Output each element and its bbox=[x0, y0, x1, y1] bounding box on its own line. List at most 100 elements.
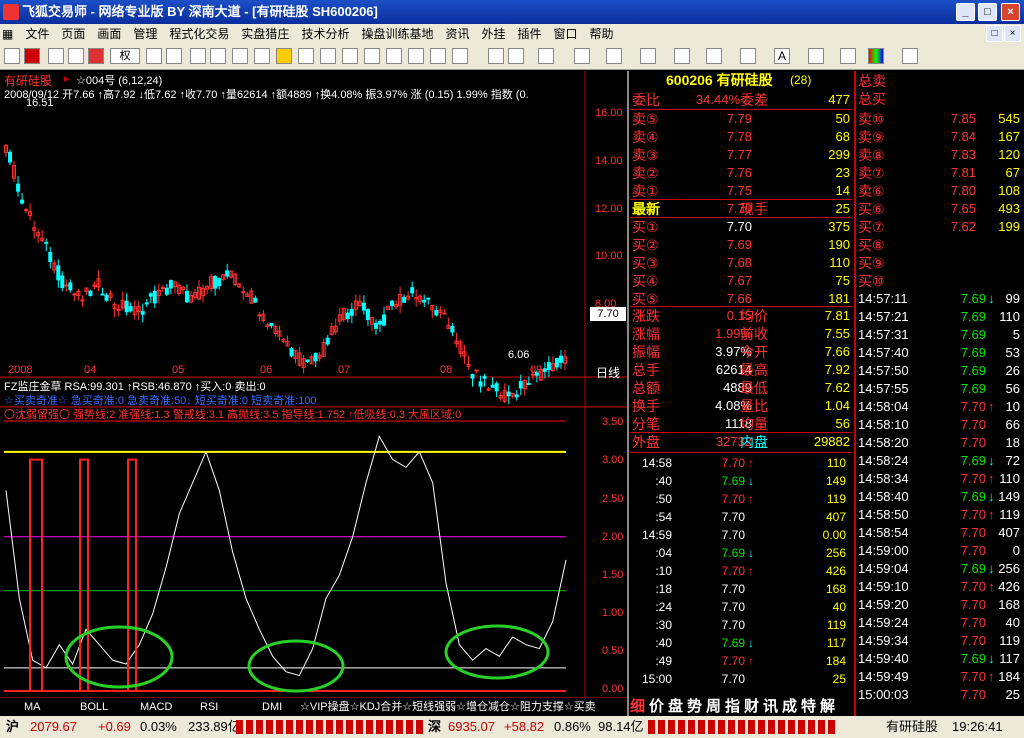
deep-buy-level[interactable]: 买⑧ bbox=[856, 236, 1024, 254]
menu-view[interactable]: 画面 bbox=[91, 24, 127, 44]
deep-buy-level[interactable]: 买⑦ 7.62 199 bbox=[856, 218, 1024, 236]
tool-split-icon[interactable] bbox=[320, 48, 336, 64]
menu-help[interactable]: 帮助 bbox=[584, 24, 620, 44]
status-stock[interactable]: 有研硅股 bbox=[886, 716, 938, 738]
buy-level-2[interactable]: 买② 7.69 190 bbox=[630, 236, 852, 254]
tool-minus-icon[interactable] bbox=[88, 48, 104, 64]
tool-line-icon[interactable] bbox=[508, 48, 524, 64]
child-restore-button[interactable]: □ bbox=[986, 25, 1003, 42]
tool-save-icon[interactable] bbox=[902, 48, 918, 64]
menu-training[interactable]: 操盘训练基地 bbox=[355, 24, 439, 44]
tool-fan-icon[interactable] bbox=[640, 48, 656, 64]
candle-body bbox=[345, 312, 350, 320]
tab-rsi[interactable]: RSI bbox=[200, 698, 218, 716]
deep-sell-level[interactable]: 卖⑦ 7.81 67 bbox=[856, 164, 1024, 182]
func-key-bar[interactable]: 细价盘势周指财讯成特解 bbox=[630, 697, 852, 716]
candle-body bbox=[305, 359, 310, 362]
tab-boll[interactable]: BOLL bbox=[80, 698, 108, 716]
menu-file[interactable]: 文件 bbox=[19, 24, 55, 44]
deep-buy-level[interactable]: 买⑨ bbox=[856, 254, 1024, 272]
buy-level-5[interactable]: 买⑤ 7.66 181 bbox=[630, 290, 852, 308]
candle-body bbox=[16, 183, 21, 192]
tool-circles-icon[interactable] bbox=[166, 48, 182, 64]
candle-body bbox=[426, 297, 431, 300]
sell-level-5[interactable]: 卖⑤ 7.79 50 bbox=[630, 110, 852, 128]
tool-table-icon[interactable] bbox=[364, 48, 380, 64]
tool-plus-icon[interactable] bbox=[48, 48, 64, 64]
tool-layers-icon[interactable] bbox=[254, 48, 270, 64]
sell-level-2[interactable]: 卖② 7.76 23 bbox=[630, 164, 852, 182]
tool-move-icon[interactable] bbox=[68, 48, 84, 64]
tool-report-icon[interactable] bbox=[408, 48, 424, 64]
tool-list-icon[interactable] bbox=[342, 48, 358, 64]
tool-arrow-icon[interactable] bbox=[808, 48, 824, 64]
menu-hunt[interactable]: 实盘猎庄 bbox=[235, 24, 295, 44]
tool-fib-icon[interactable] bbox=[606, 48, 622, 64]
tool-rsi-icon[interactable] bbox=[24, 48, 40, 64]
sell-level-3[interactable]: 卖③ 7.77 299 bbox=[630, 146, 852, 164]
tool-color-icon[interactable] bbox=[868, 48, 884, 64]
side-tick-row: 14:59:40 7.69 ↓ 117 bbox=[858, 651, 1020, 666]
side-tick-row: 14:58:54 7.70 407 bbox=[858, 525, 1020, 540]
menu-plugins-ext[interactable]: 外挂 bbox=[475, 24, 511, 44]
quote-code-name: 600206 有研硅股 bbox=[666, 72, 773, 88]
side-tick-row: 14:58:20 7.70 18 bbox=[858, 435, 1020, 450]
menu-program-trading[interactable]: 程式化交易 bbox=[163, 24, 235, 44]
tool-box1-icon[interactable] bbox=[146, 48, 162, 64]
tab-macd[interactable]: MACD bbox=[140, 698, 172, 716]
period-label[interactable]: 日线 bbox=[596, 364, 620, 381]
child-close-button[interactable]: × bbox=[1004, 25, 1021, 42]
tab-ma[interactable]: MA bbox=[24, 698, 41, 716]
deep-sell-level[interactable]: 卖⑩ 7.85 545 bbox=[856, 110, 1024, 128]
maximize-button[interactable]: □ bbox=[978, 3, 997, 21]
tab-dmi[interactable]: DMI bbox=[262, 698, 282, 716]
menu-app-icon[interactable]: ▦ bbox=[2, 24, 16, 44]
minimize-button[interactable]: _ bbox=[956, 3, 975, 21]
tool-star-icon[interactable] bbox=[276, 48, 292, 64]
tool-cursor-icon[interactable] bbox=[488, 48, 504, 64]
tool-chart-icon[interactable] bbox=[4, 48, 20, 64]
tool-page-icon[interactable] bbox=[232, 48, 248, 64]
tool-doc-icon[interactable] bbox=[386, 48, 402, 64]
menu-manage[interactable]: 管理 bbox=[127, 24, 163, 44]
panel-divider[interactable] bbox=[627, 71, 629, 716]
y-axis-10: 10.00 bbox=[595, 250, 623, 262]
buy-level-4[interactable]: 买④ 7.67 75 bbox=[630, 272, 852, 290]
sell-level-4[interactable]: 卖④ 7.78 68 bbox=[630, 128, 852, 146]
buy-level-1[interactable]: 买① 7.70 375 bbox=[630, 218, 852, 236]
x-axis-06: 06 bbox=[260, 364, 273, 376]
menu-tech-analysis[interactable]: 技术分析 bbox=[295, 24, 355, 44]
tool-chart2-icon[interactable] bbox=[430, 48, 446, 64]
candle-body bbox=[526, 383, 531, 386]
deep-sell-level[interactable]: 卖⑨ 7.84 167 bbox=[856, 128, 1024, 146]
deep-buy-level[interactable]: 买⑥ 7.65 493 bbox=[856, 200, 1024, 218]
tool-hline-icon[interactable] bbox=[574, 48, 590, 64]
ind-y-050: 0.50 bbox=[602, 645, 624, 657]
tool-ray-icon[interactable] bbox=[538, 48, 554, 64]
weight-select[interactable]: 权 bbox=[110, 48, 140, 64]
tool-chart3-icon[interactable] bbox=[452, 48, 468, 64]
sell-level-1[interactable]: 卖① 7.75 14 bbox=[630, 182, 852, 200]
menu-plugins[interactable]: 插件 bbox=[512, 24, 548, 44]
candle-body bbox=[148, 293, 153, 297]
close-button[interactable]: × bbox=[1001, 3, 1020, 21]
menu-window[interactable]: 窗口 bbox=[548, 24, 584, 44]
tool-grid-icon[interactable] bbox=[190, 48, 206, 64]
deep-sell-level[interactable]: 卖⑥ 7.80 108 bbox=[856, 182, 1024, 200]
stat-row: 振幅 3.97% 今开 7.66 bbox=[632, 344, 850, 360]
buy-level-3[interactable]: 买③ 7.68 110 bbox=[630, 254, 852, 272]
deep-sell-level[interactable]: 卖⑧ 7.83 120 bbox=[856, 146, 1024, 164]
deep-buy-level[interactable]: 买⑩ bbox=[856, 272, 1024, 290]
tool-calendar-icon[interactable] bbox=[210, 48, 226, 64]
tool-rect-icon[interactable] bbox=[706, 48, 722, 64]
side-tick-row: 14:58:10 7.70 66 bbox=[858, 417, 1020, 432]
tool-ellipse-icon[interactable] bbox=[740, 48, 756, 64]
tool-channel-icon[interactable] bbox=[674, 48, 690, 64]
menu-news[interactable]: 资讯 bbox=[439, 24, 475, 44]
tool-text-icon[interactable]: A bbox=[774, 48, 790, 64]
side-tick-row: 14:58:04 7.70 ↑ 10 bbox=[858, 399, 1020, 414]
tool-candle-icon[interactable] bbox=[840, 48, 856, 64]
tool-window-icon[interactable] bbox=[298, 48, 314, 64]
menu-page[interactable]: 页面 bbox=[55, 24, 91, 44]
tick-row: 15:00 7.70 25 bbox=[641, 672, 846, 686]
